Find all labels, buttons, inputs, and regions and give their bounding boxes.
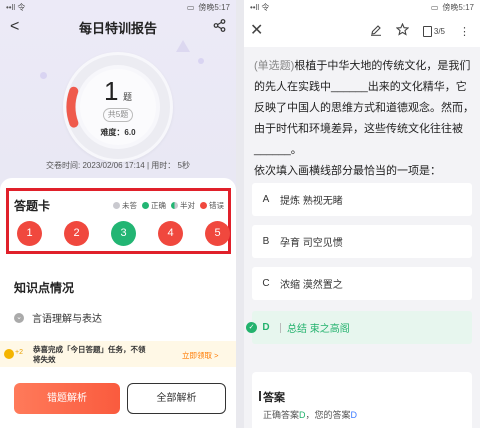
legend-dot [171,202,178,209]
score-value: 1 题 [63,76,173,107]
option-a[interactable]: A 提炼 熟视无睹 [252,183,472,216]
option-divider [280,322,281,333]
score-gauge: 1 题 共5题 难度：6.0 [63,52,173,162]
legend-item: 错误 [200,200,224,211]
back-icon[interactable]: < [10,18,19,36]
answer-circle-5[interactable]: 5 [205,221,230,246]
answer-circles: 12345 [17,221,230,246]
option-text: 浓缩 漠然置之 [280,280,343,291]
question-prompt: 依次填入画横线部分最恰当的一项是： [254,165,441,177]
heading-bar [259,391,261,401]
coin-plus: +2 [15,349,23,356]
legend-item: 未答 [113,200,137,211]
answer-circle-3[interactable]: 3 [111,221,136,246]
decor-triangle [176,40,190,52]
status-bar: ••ll 令 ▭ 傍晚5:17 [0,0,236,14]
option-label: B [262,236,270,247]
progress-text: 3/5 [433,26,445,36]
answer-card-section: 答题卡 未答 正确 半对 错误 12345 [6,188,231,254]
answer-card-title: 答题卡 [14,199,51,213]
share-icon[interactable] [213,19,226,37]
close-icon[interactable]: ✕ [250,20,263,40]
legend-item: 正确 [142,200,166,211]
my-answer: D [350,410,358,420]
more-icon[interactable]: ⋮ [459,25,470,38]
banner-text: 恭喜完成「今日答题」任务，不领将失效 [33,345,146,364]
question-type: (单选题) [254,60,295,72]
knowledge-title: 知识点情况 [14,281,75,295]
battery-icon: ▭ [430,2,439,12]
answer-circle-4[interactable]: 4 [158,221,183,246]
legend-label: 半对 [180,201,195,210]
question-toolbar: ✕ 3/5 ⋮ [244,14,480,47]
coin-icon [4,349,14,359]
check-icon: ✓ [246,322,257,333]
total-badge: 共5题 [103,108,133,122]
report-card: 答题卡 未答 正确 半对 错误 12345 知识点情况 ⌄ 言语理解与表达 +2 恭喜… [0,178,236,428]
question-text: 根植于中华大地的传统文化，是我们的先人在实践中______出来的文化精华，它反映… [254,60,474,156]
score-number: 1 [104,76,119,106]
decor-circle [198,58,204,64]
page-title: 每日特训报告 [78,20,157,36]
gauge-ring [66,55,170,159]
question-panel: ••ll 令 ▭ 傍晚5:17 ✕ 3/5 ⋮ (单选题)根植于中华大地的传统文… [244,0,480,428]
status-bar: ••ll 令 ▭ 傍晚5:17 [244,0,480,14]
legend-label: 未答 [122,201,137,210]
sheet-icon [422,25,432,37]
option-label: C [262,278,270,289]
battery-icon: ▭ [186,2,195,12]
answer-heading: 答案 [263,392,285,404]
decor-circle [40,72,47,79]
score-unit: 题 [122,92,132,102]
answer-circle-2[interactable]: 2 [64,221,89,246]
difficulty: 难度：6.0 [100,128,136,137]
chevron-down-icon: ⌄ [14,312,24,323]
header: < 每日特训报告 [0,14,236,40]
option-b[interactable]: B 孕育 司空见惯 [252,225,472,258]
claim-link[interactable]: 立即领取 > [182,350,218,361]
mine-prefix: ，您的答案 [305,410,351,420]
star-icon[interactable] [395,22,410,39]
signal-icon: ••ll 令 [6,2,26,12]
answer-line: 正确答案D，您的答案D [263,408,357,421]
legend-dot [142,202,149,209]
option-label: A [262,194,270,205]
legend-dot [200,202,207,209]
correct-prefix: 正确答案 [263,410,300,420]
submit-meta: 交卷时间: 2023/02/06 17:14 | 用时： 5秒 [46,161,190,170]
answer-section: 答案 正确答案D，您的答案D [252,372,472,428]
question-progress[interactable]: 3/5 [422,25,445,37]
report-panel: ••ll 令 ▭ 傍晚5:17 < 每日特训报告 1 题 共5题 难度：6.0 … [0,0,236,428]
option-c[interactable]: C 浓缩 漠然置之 [252,267,472,300]
option-d[interactable]: ✓ D 总结 束之高阁 [246,311,472,344]
option-text: 总结 束之高阁 [287,324,350,335]
legend-label: 错误 [209,201,224,210]
knowledge-item-label: 言语理解与表达 [32,314,102,325]
option-text: 提炼 熟视无睹 [280,196,343,207]
legend-label: 正确 [151,201,166,210]
all-analysis-button[interactable]: 全部解析 [127,383,226,414]
legend-dot [113,202,120,209]
legend: 未答 正确 半对 错误 [113,200,224,211]
clock: 傍晚5:17 [442,2,474,12]
task-banner: +2 恭喜完成「今日答题」任务，不领将失效 立即领取 > [0,341,236,367]
signal-icon: ••ll 令 [250,2,270,12]
knowledge-item[interactable]: ⌄ 言语理解与表达 [14,310,102,325]
answer-circle-1[interactable]: 1 [17,221,42,246]
option-text: 孕育 司空见惯 [280,238,343,249]
wrong-analysis-button[interactable]: 错题解析 [14,383,120,414]
clock: 傍晚5:17 [198,2,230,12]
legend-item: 半对 [171,200,195,211]
question-stem: (单选题)根植于中华大地的传统文化，是我们的先人在实践中______出来的文化精… [254,56,476,182]
edit-icon[interactable] [370,24,382,39]
